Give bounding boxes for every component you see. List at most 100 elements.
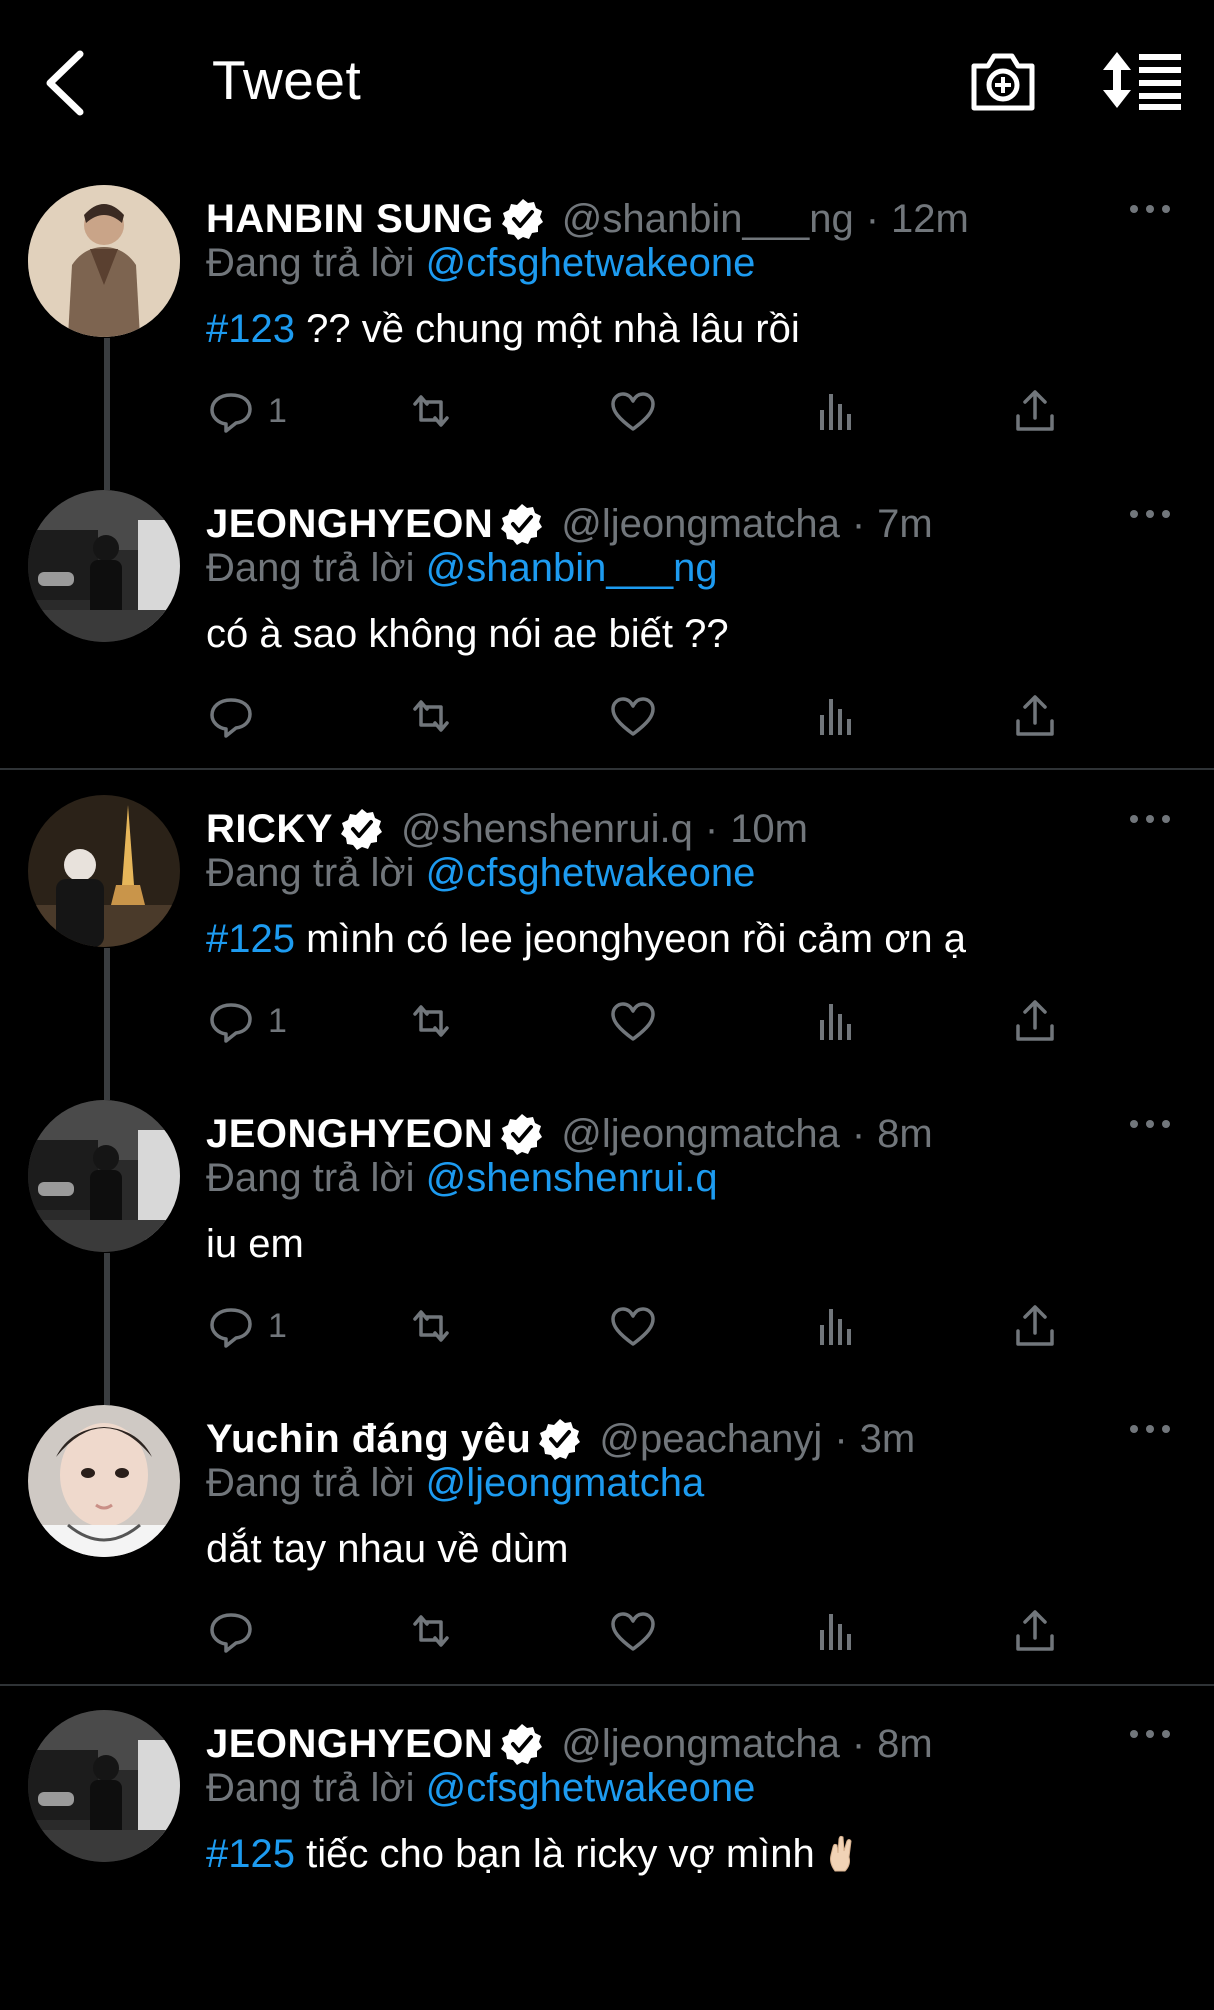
username[interactable]: @peachanyj <box>599 1417 822 1462</box>
like-button[interactable] <box>608 690 658 742</box>
more-icon[interactable] <box>1128 199 1172 219</box>
username[interactable]: @ljeongmatcha <box>561 502 840 547</box>
hashtag-link[interactable]: #125 <box>206 917 295 961</box>
share-button[interactable] <box>1010 385 1060 437</box>
retweet-button[interactable] <box>406 385 456 437</box>
more-icon[interactable] <box>1128 809 1172 829</box>
retweet-button[interactable] <box>406 1605 456 1657</box>
avatar[interactable] <box>28 1710 180 1862</box>
views-button[interactable] <box>810 995 860 1047</box>
more-icon[interactable] <box>1128 1114 1172 1134</box>
tweet[interactable]: Yuchin đáng yêu @peachanyj · 3m Đang trả… <box>0 1405 1214 1705</box>
display-name[interactable]: JEONGHYEON <box>206 1112 493 1157</box>
crossed-fingers-emoji <box>829 1835 852 1872</box>
reply-icon <box>210 393 252 433</box>
timestamp: 8m <box>877 1111 933 1156</box>
separator-dot: · <box>851 501 866 546</box>
tweet[interactable]: HANBIN SUNG @shanbin___ng · 12m Đang trả… <box>0 185 1214 485</box>
reply-button[interactable]: 1 <box>206 1300 287 1352</box>
reply-button[interactable]: 1 <box>206 995 287 1047</box>
views-icon <box>820 1614 851 1650</box>
back-arrow-icon[interactable] <box>38 48 94 118</box>
reply-mention-link[interactable]: @cfsghetwakeone <box>426 1766 756 1810</box>
views-button[interactable] <box>810 1300 860 1352</box>
like-button[interactable] <box>608 1605 658 1657</box>
username[interactable]: @ljeongmatcha <box>561 1112 840 1157</box>
separator-dot: · <box>851 1111 866 1156</box>
username[interactable]: @shenshenrui.q <box>401 807 693 852</box>
replying-to-label: Đang trả lời <box>206 546 415 590</box>
action-bar: 1 <box>206 385 1066 445</box>
more-icon[interactable] <box>1128 1724 1172 1744</box>
avatar[interactable] <box>28 1405 180 1557</box>
share-button[interactable] <box>1010 690 1060 742</box>
reply-mention-link[interactable]: @ljeongmatcha <box>426 1461 705 1505</box>
tweet[interactable]: JEONGHYEON @ljeongmatcha · 7m Đang trả l… <box>0 490 1214 790</box>
retweet-button[interactable] <box>406 1300 456 1352</box>
action-bar <box>206 690 1066 750</box>
avatar[interactable] <box>28 1100 180 1252</box>
tweet[interactable]: RICKY @shenshenrui.q · 10m Đang trả lời … <box>0 795 1214 1095</box>
username[interactable]: @shanbin___ng <box>562 197 854 242</box>
retweet-button[interactable] <box>406 995 456 1047</box>
timestamp: 3m <box>859 1416 916 1461</box>
reply-count: 1 <box>268 391 287 430</box>
share-icon <box>1016 1305 1054 1346</box>
avatar[interactable] <box>28 490 180 642</box>
separator-dot: · <box>865 196 880 241</box>
reply-mention-link[interactable]: @shenshenrui.q <box>426 1156 718 1200</box>
retweet-button[interactable] <box>406 690 456 742</box>
tweet[interactable]: JEONGHYEON @ljeongmatcha · 8m Đang trả l… <box>0 1100 1214 1400</box>
retweet-icon <box>413 1005 449 1037</box>
reply-count: 1 <box>268 1001 287 1040</box>
more-icon[interactable] <box>1128 504 1172 524</box>
username[interactable]: @ljeongmatcha <box>561 1722 840 1767</box>
hashtag-link[interactable]: #123 <box>206 307 295 351</box>
like-button[interactable] <box>608 995 658 1047</box>
header: Tweet <box>0 0 1214 170</box>
tweet[interactable]: JEONGHYEON @ljeongmatcha · 8m Đang trả l… <box>0 1710 1214 2010</box>
reply-mention-link[interactable]: @cfsghetwakeone <box>426 851 756 895</box>
retweet-icon <box>413 1310 449 1342</box>
reply-button[interactable]: 1 <box>206 385 287 437</box>
tweet-body: iu em <box>206 1222 304 1266</box>
views-button[interactable] <box>810 385 860 437</box>
share-icon <box>1016 390 1054 431</box>
display-name[interactable]: HANBIN SUNG <box>206 197 494 242</box>
heart-icon <box>611 1612 655 1651</box>
tweet-text: có à sao không nói ae biết ?? <box>206 612 729 657</box>
avatar[interactable] <box>28 795 180 947</box>
reply-mention-link[interactable]: @shanbin___ng <box>426 546 718 590</box>
verified-badge-icon <box>501 1723 544 1765</box>
timestamp: 10m <box>730 806 808 851</box>
verified-badge-icon <box>501 503 544 545</box>
heart-icon <box>611 1002 655 1041</box>
display-name[interactable]: JEONGHYEON <box>206 1722 493 1767</box>
sort-icon[interactable] <box>1103 50 1181 110</box>
display-name[interactable]: RICKY <box>206 807 333 852</box>
like-button[interactable] <box>608 385 658 437</box>
reply-mention-link[interactable]: @cfsghetwakeone <box>426 241 756 285</box>
tweet-text: #123 ?? về chung một nhà lâu rồi <box>206 307 800 352</box>
share-button[interactable] <box>1010 1605 1060 1657</box>
avatar[interactable] <box>28 185 180 337</box>
reply-button[interactable] <box>206 1605 256 1657</box>
tweet-body: dắt tay nhau về dùm <box>206 1527 569 1571</box>
display-name[interactable]: Yuchin đáng yêu <box>206 1417 531 1462</box>
more-icon[interactable] <box>1128 1419 1172 1439</box>
replying-to-label: Đang trả lời <box>206 1766 415 1810</box>
tweet-body: mình có lee jeonghyeon rồi cảm ơn ạ <box>294 917 967 961</box>
reply-button[interactable] <box>206 690 256 742</box>
share-button[interactable] <box>1010 995 1060 1047</box>
views-button[interactable] <box>810 690 860 742</box>
hashtag-link[interactable]: #125 <box>206 1832 295 1876</box>
tweet-body: có à sao không nói ae biết ?? <box>206 612 729 656</box>
views-button[interactable] <box>810 1605 860 1657</box>
tweet-text: #125 tiếc cho bạn là ricky vợ mình <box>206 1832 857 1877</box>
like-button[interactable] <box>608 1300 658 1352</box>
camera-plus-icon[interactable] <box>968 48 1038 114</box>
share-button[interactable] <box>1010 1300 1060 1352</box>
verified-badge-icon <box>539 1418 582 1460</box>
display-name[interactable]: JEONGHYEON <box>206 502 493 547</box>
retweet-icon <box>413 395 449 427</box>
